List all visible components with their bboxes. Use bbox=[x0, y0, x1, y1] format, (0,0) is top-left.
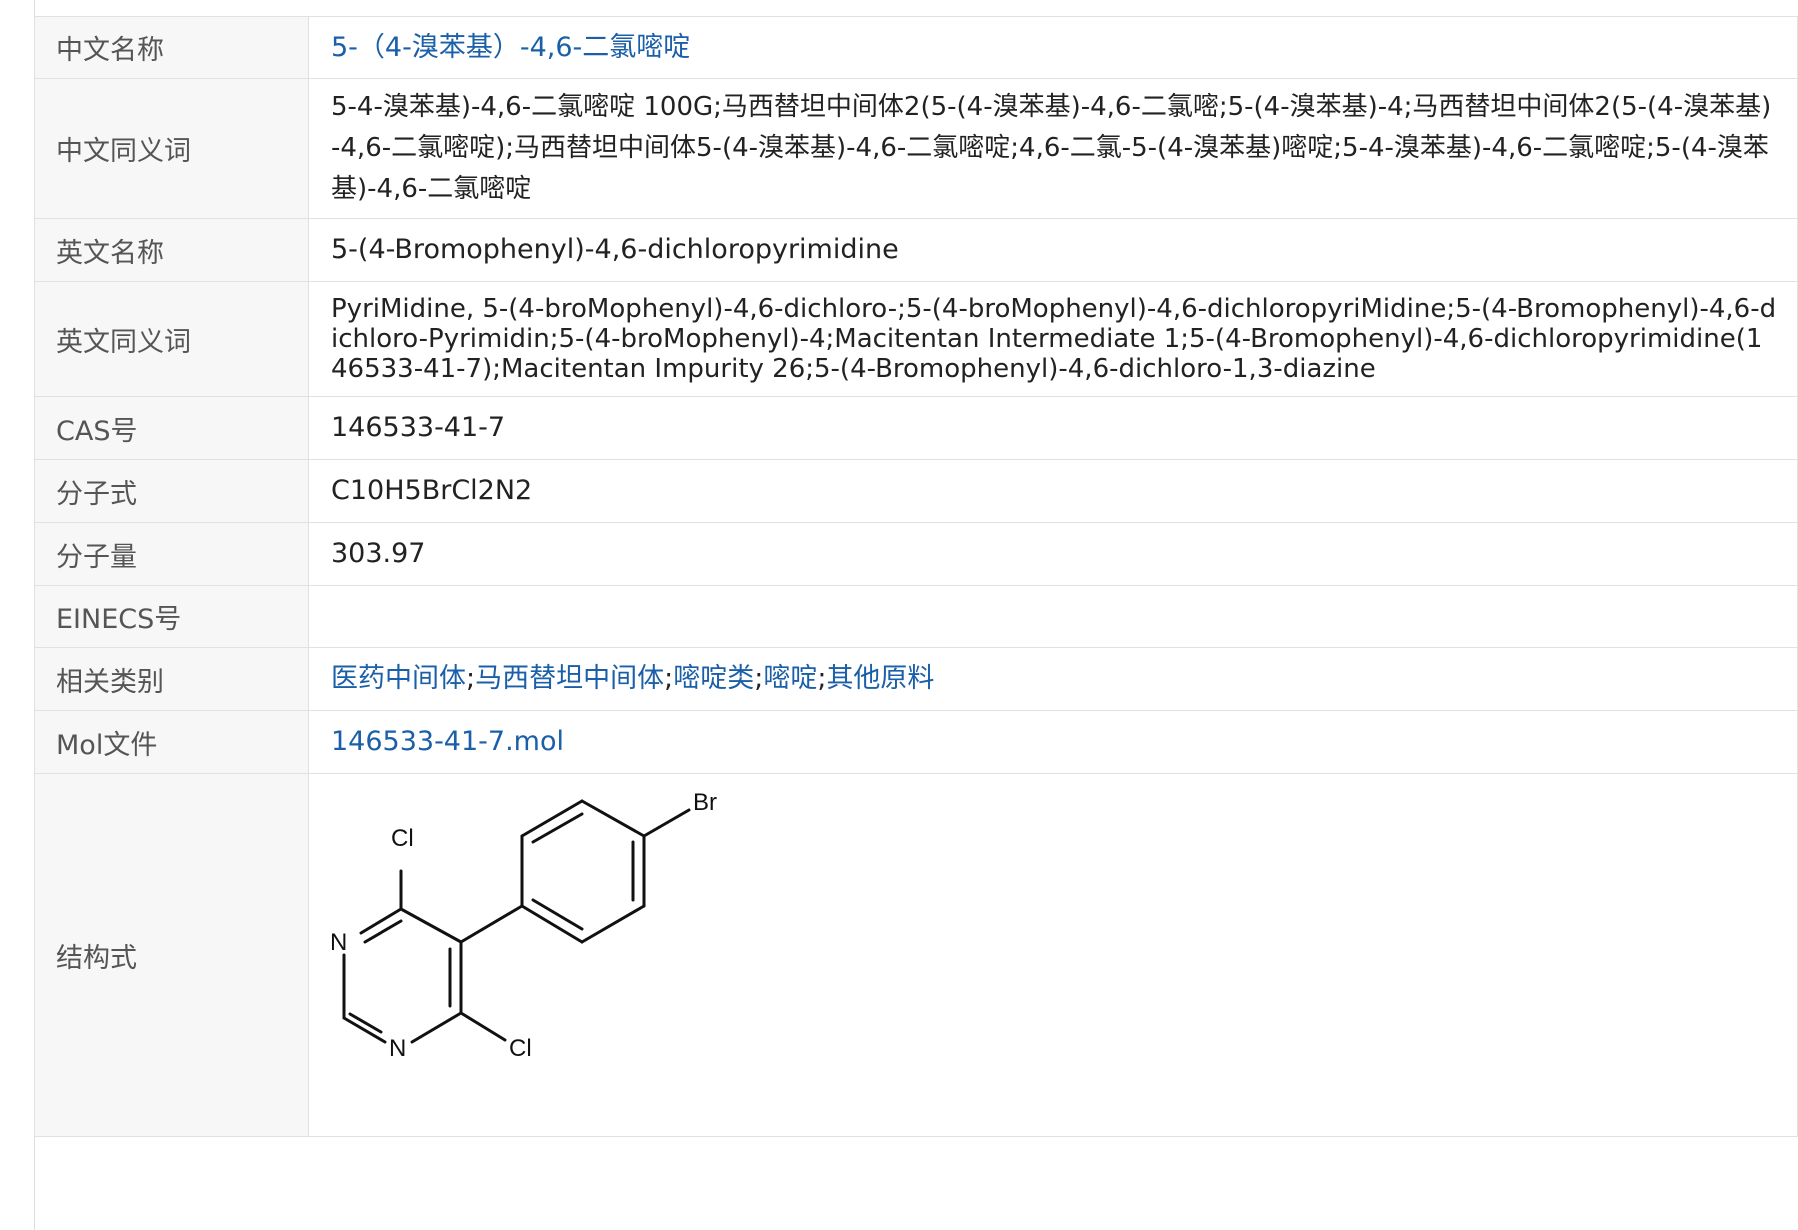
value-cn-name: 5-（4-溴苯基）-4,6-二氯嘧啶 bbox=[308, 16, 1798, 79]
row-en-name: 英文名称 5-(4-Bromophenyl)-4,6-dichloropyrim… bbox=[34, 218, 1798, 282]
label-einecs: EINECS号 bbox=[34, 585, 309, 648]
label-cn-synonyms: 中文同义词 bbox=[34, 78, 309, 219]
value-cn-synonyms: 5-4-溴苯基)-4,6-二氯嘧啶 100G;马西替坦中间体2(5-(4-溴苯基… bbox=[308, 78, 1798, 219]
label-mol-file: Mol文件 bbox=[34, 710, 309, 774]
atom-br: Br bbox=[693, 789, 717, 816]
properties-table: 中文名称 5-（4-溴苯基）-4,6-二氯嘧啶 中文同义词 5-4-溴苯基)-4… bbox=[34, 16, 1798, 1137]
row-mol-file: Mol文件 146533-41-7.mol bbox=[34, 710, 1798, 774]
atom-n-upper: N bbox=[330, 929, 347, 956]
value-structure: Br Cl Cl N N bbox=[308, 773, 1798, 1137]
category-link[interactable]: 其他原料 bbox=[826, 663, 934, 694]
row-mw: 分子量 303.97 bbox=[34, 522, 1798, 586]
row-einecs: EINECS号 bbox=[34, 585, 1798, 648]
compound-properties-page: 中文名称 5-（4-溴苯基）-4,6-二氯嘧啶 中文同义词 5-4-溴苯基)-4… bbox=[0, 0, 1798, 1230]
value-mw: 303.97 bbox=[308, 522, 1798, 586]
label-cn-name: 中文名称 bbox=[34, 16, 309, 79]
row-categories: 相关类别 医药中间体;马西替坦中间体;嘧啶类;嘧啶;其他原料 bbox=[34, 647, 1798, 711]
bond-ph-3-4 bbox=[580, 799, 646, 838]
cn-name-link[interactable]: 5-（4-溴苯基）-4,6-二氯嘧啶 bbox=[331, 32, 690, 63]
value-cas: 146533-41-7 bbox=[308, 396, 1798, 460]
label-en-name: 英文名称 bbox=[34, 218, 309, 282]
value-en-synonyms: PyriMidine, 5-(4-broMophenyl)-4,6-dichlo… bbox=[308, 281, 1798, 397]
row-cas: CAS号 146533-41-7 bbox=[34, 396, 1798, 460]
value-formula: C10H5BrCl2N2 bbox=[308, 459, 1798, 523]
value-categories: 医药中间体;马西替坦中间体;嘧啶类;嘧啶;其他原料 bbox=[308, 647, 1798, 711]
bond-ph-5-6 bbox=[580, 904, 646, 944]
row-cn-synonyms: 中文同义词 5-4-溴苯基)-4,6-二氯嘧啶 100G;马西替坦中间体2(5-… bbox=[34, 78, 1798, 219]
bond-c-br bbox=[642, 808, 691, 838]
bond-pyr-n3-c4-inner bbox=[363, 919, 403, 944]
atom-n-lower: N bbox=[389, 1035, 406, 1062]
row-structure: 结构式 Br Cl Cl N N bbox=[34, 773, 1798, 1137]
category-link[interactable]: 嘧啶 bbox=[763, 663, 817, 694]
structure-diagram: Br Cl Cl N N bbox=[330, 789, 717, 1062]
value-mol-file: 146533-41-7.mol bbox=[308, 710, 1798, 774]
bond-ph-6-1-inner bbox=[531, 898, 584, 931]
category-link[interactable]: 嘧啶类 bbox=[673, 663, 754, 694]
atom-cl-bottom: Cl bbox=[509, 1035, 532, 1062]
bond-c6-cl bbox=[459, 1011, 507, 1042]
bond-ph-2-3-inner bbox=[531, 812, 584, 844]
label-mw: 分子量 bbox=[34, 522, 309, 586]
label-structure: 结构式 bbox=[34, 773, 309, 1137]
bond-pyr-c4-c5 bbox=[399, 907, 463, 944]
bond-biaryl bbox=[459, 904, 524, 944]
label-categories: 相关类别 bbox=[34, 647, 309, 711]
row-en-synonyms: 英文同义词 PyriMidine, 5-(4-broMophenyl)-4,6-… bbox=[34, 281, 1798, 397]
category-link[interactable]: 马西替坦中间体 bbox=[475, 663, 664, 694]
label-cas: CAS号 bbox=[34, 396, 309, 460]
label-en-synonyms: 英文同义词 bbox=[34, 281, 309, 397]
atom-cl-top: Cl bbox=[391, 825, 414, 852]
value-en-name: 5-(4-Bromophenyl)-4,6-dichloropyrimidine bbox=[308, 218, 1798, 282]
mol-file-link[interactable]: 146533-41-7.mol bbox=[331, 726, 564, 757]
label-formula: 分子式 bbox=[34, 459, 309, 523]
row-cn-name: 中文名称 5-（4-溴苯基）-4,6-二氯嘧啶 bbox=[34, 16, 1798, 79]
bond-pyr-n3-c4 bbox=[359, 907, 403, 935]
category-link[interactable]: 医药中间体 bbox=[331, 663, 466, 694]
value-einecs bbox=[308, 585, 1798, 648]
category-separator: ; bbox=[754, 663, 764, 694]
bond-pyr-c6-n1 bbox=[410, 1011, 463, 1044]
category-separator: ; bbox=[664, 663, 674, 694]
category-separator: ; bbox=[466, 663, 476, 694]
row-formula: 分子式 C10H5BrCl2N2 bbox=[34, 459, 1798, 523]
